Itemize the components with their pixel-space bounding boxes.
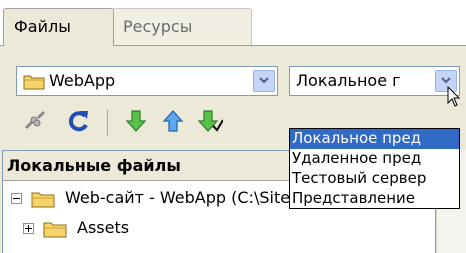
tree-row-label: Assets (77, 218, 130, 237)
site-select-value: WebApp (49, 71, 116, 90)
view-select-value: Локальное г (296, 71, 401, 90)
view-option-map[interactable]: Представление (290, 189, 459, 208)
connect-icon[interactable] (22, 108, 50, 136)
files-panel: Файлы Ресурсы WebApp Локальное г Локальн… (0, 0, 466, 253)
toolbar-divider (107, 110, 108, 136)
chevron-down-icon[interactable] (253, 70, 275, 92)
view-select[interactable]: Локальное г (289, 66, 460, 96)
tab-assets[interactable]: Ресурсы (112, 8, 252, 46)
view-option-remote[interactable]: Удаленное пред (290, 149, 459, 169)
get-icon[interactable] (123, 108, 151, 136)
view-dropdown-list: Локальное пред Удаленное пред Тестовый с… (289, 128, 460, 209)
tab-bar: Файлы Ресурсы (0, 0, 466, 46)
view-option-testing[interactable]: Тестовый сервер (290, 169, 459, 189)
expand-icon[interactable] (23, 223, 34, 234)
put-icon[interactable] (160, 108, 188, 136)
folder-icon (23, 73, 45, 94)
collapse-icon[interactable] (11, 193, 22, 204)
check-out-icon[interactable] (197, 108, 225, 136)
folder-icon (31, 188, 55, 218)
refresh-icon[interactable] (66, 108, 94, 136)
site-select[interactable]: WebApp (16, 66, 278, 96)
view-option-local[interactable]: Локальное пред (290, 129, 459, 149)
tab-files[interactable]: Файлы (3, 8, 114, 46)
mouse-cursor-icon (447, 85, 461, 112)
folder-icon (43, 218, 67, 248)
